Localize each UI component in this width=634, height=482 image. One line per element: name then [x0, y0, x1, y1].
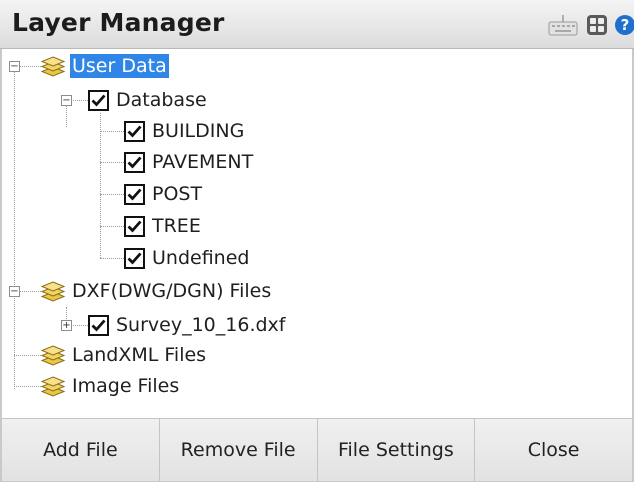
keyboard-icon[interactable] [548, 14, 578, 36]
layer-label: Undefined [152, 247, 250, 269]
collapse-toggle[interactable]: − [9, 286, 20, 297]
checkmark-icon [91, 319, 106, 332]
layers-icon [40, 345, 66, 366]
tree-node-landxml-files[interactable]: LandXML Files [40, 341, 208, 369]
layer-item[interactable]: TREE [124, 212, 203, 240]
tree-connector [14, 386, 41, 387]
tree-connector [19, 291, 41, 292]
tree-node-dxf-files[interactable]: DXF(DWG/DGN) Files [40, 277, 273, 305]
checkmark-icon [127, 220, 142, 233]
tree-node-label: LandXML Files [72, 344, 207, 366]
tree-node-label: Image Files [72, 375, 180, 397]
calculator-icon[interactable] [586, 14, 608, 36]
tree-node-image-files[interactable]: Image Files [40, 372, 181, 400]
layer-item[interactable]: Undefined [124, 244, 251, 272]
checkmark-icon [127, 188, 142, 201]
tree-connector [14, 71, 15, 389]
collapse-toggle[interactable]: − [61, 95, 72, 106]
layers-icon [40, 376, 66, 397]
layer-checkbox[interactable] [124, 151, 145, 173]
layer-item[interactable]: POST [124, 180, 204, 208]
svg-text:?: ? [621, 16, 630, 34]
add-file-button[interactable]: Add File [2, 419, 160, 481]
file-settings-button[interactable]: File Settings [317, 419, 476, 481]
tree-node-label: DXF(DWG/DGN) Files [72, 280, 272, 302]
file-label: Survey_10_16.dxf [116, 314, 286, 336]
tree-connector [66, 105, 67, 127]
layer-checkbox[interactable] [124, 183, 145, 205]
remove-file-button[interactable]: Remove File [159, 419, 318, 481]
layer-checkbox[interactable] [124, 215, 145, 237]
tree-connector [71, 100, 88, 101]
tree-node-user-data[interactable]: User Data [40, 52, 169, 80]
expand-toggle[interactable]: + [61, 320, 72, 331]
checkmark-icon [127, 252, 142, 265]
layers-icon [40, 281, 66, 302]
database-checkbox[interactable] [88, 89, 109, 111]
button-bar: Add File Remove File File Settings Close [2, 418, 632, 481]
tree-connector [100, 194, 124, 195]
layer-checkbox[interactable] [124, 120, 145, 142]
help-icon[interactable]: ? [614, 14, 634, 36]
tree-connector [100, 226, 124, 227]
collapse-toggle[interactable]: − [9, 61, 20, 72]
layers-icon [40, 56, 66, 77]
tree-connector [14, 355, 41, 356]
tree-node-label: User Data [70, 54, 169, 78]
tree-connector [19, 66, 41, 67]
layer-label: PAVEMENT [152, 151, 254, 173]
close-button[interactable]: Close [475, 419, 632, 481]
layer-label: TREE [152, 215, 201, 237]
layer-checkbox[interactable] [124, 247, 145, 269]
checkmark-icon [127, 156, 142, 169]
window-title: Layer Manager [12, 8, 225, 37]
tree-connector [66, 307, 67, 321]
tree-connector [71, 325, 88, 326]
tree-node-database[interactable]: Database [88, 86, 209, 114]
tree-connector [100, 131, 124, 132]
checkmark-icon [127, 125, 142, 138]
layer-item[interactable]: BUILDING [124, 117, 246, 145]
file-checkbox[interactable] [88, 314, 109, 336]
layer-item[interactable]: PAVEMENT [124, 148, 255, 176]
checkmark-icon [91, 94, 106, 107]
tree-node-label: Database [116, 89, 207, 111]
layer-label: POST [152, 183, 203, 205]
tree-node-dxf-file[interactable]: Survey_10_16.dxf [88, 311, 287, 339]
tree-connector [100, 162, 124, 163]
layer-tree: − User Data − Database BUILDING PAVEMENT… [2, 49, 632, 417]
tree-connector [100, 258, 124, 259]
title-bar: Layer Manager ? [0, 0, 634, 49]
tree-connector [100, 113, 101, 258]
layer-label: BUILDING [152, 120, 245, 142]
